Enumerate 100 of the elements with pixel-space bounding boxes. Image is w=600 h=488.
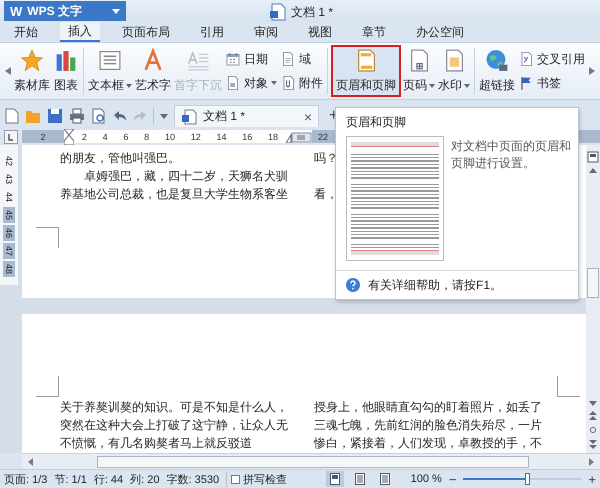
menu-tab[interactable]: 审阅: [246, 22, 286, 42]
menu-tab[interactable]: 视图: [300, 22, 340, 42]
ruler-number: 48: [3, 261, 15, 277]
body-text: 突然在这种大会上打破了这宁静，让众人无: [60, 416, 289, 434]
zoom-out-button[interactable]: −: [448, 472, 456, 486]
ribbon-button[interactable]: 页眉和页脚: [331, 45, 401, 97]
scroll-up-icon[interactable]: [589, 168, 597, 173]
previous-page-icon[interactable]: [589, 411, 597, 421]
scroll-down-icon[interactable]: [589, 401, 597, 406]
ribbon-button[interactable]: 书签: [518, 74, 585, 92]
ribbon-button[interactable]: 素材库: [13, 45, 51, 97]
body-text: 的朋友，管他叫强巴。: [60, 150, 181, 166]
menu-tab[interactable]: 页面布局: [114, 22, 178, 42]
document-icon: [270, 3, 286, 21]
ruler-number: 12: [190, 132, 201, 142]
ribbon-button[interactable]: 页码: [402, 45, 436, 97]
margin-marker-icon[interactable]: [286, 130, 312, 142]
caret-icon[interactable]: [160, 114, 168, 118]
ribbon-button[interactable]: 水印: [437, 45, 471, 97]
menu-tab[interactable]: 开始: [6, 22, 46, 42]
zoom-level-text: 100 %: [410, 473, 442, 485]
new-file-icon[interactable]: [5, 108, 19, 124]
menu-tab[interactable]: 章节: [354, 22, 394, 42]
ruler-number: 2: [82, 132, 87, 142]
ribbon-button[interactable]: 附件: [280, 74, 323, 92]
status-text: 行: 44: [94, 472, 124, 486]
ruler-number: 43: [3, 172, 15, 186]
body-text: 养基地公司总裁，也是复旦大学生物系客坐: [60, 186, 289, 202]
ribbon-button[interactable]: 文本框: [87, 45, 133, 97]
menu-tab[interactable]: 插入: [60, 22, 100, 42]
ruler-number: 6: [123, 132, 128, 142]
tab-stop-icon[interactable]: [4, 130, 18, 144]
printer-icon[interactable]: [69, 108, 85, 124]
ruler-number: 10: [164, 132, 175, 142]
body-text: 授身上，他眼睛直勾勾的盯着照片，如丢了: [314, 398, 542, 416]
slider-thumb[interactable]: [525, 473, 530, 485]
body-text: 惨白，紧接着，人们发现，卓教授的手，不: [314, 434, 542, 452]
status-text: 字数: 3530: [166, 472, 220, 486]
ruler-number: 16: [242, 132, 252, 142]
help-icon: [346, 278, 360, 292]
spell-check-checkbox[interactable]: 拼写检查: [226, 472, 288, 486]
ruler-number: 44: [3, 190, 15, 204]
browse-object-icon[interactable]: [589, 426, 597, 434]
page-icon: [354, 473, 366, 485]
document-tab-title: 文档 1 *: [203, 108, 246, 125]
ribbon-button[interactable]: 图表: [52, 45, 80, 97]
status-text: 节: 1/1: [54, 472, 87, 486]
tooltip-title: 页眉和页脚: [345, 114, 407, 131]
calendar-icon: [225, 51, 241, 67]
page-view-icon[interactable]: [587, 151, 599, 163]
zoom-in-button[interactable]: +: [588, 472, 596, 486]
ribbon-button[interactable]: 域: [280, 50, 323, 68]
document-tab[interactable]: 文档 1 * ×: [174, 105, 319, 127]
undo-icon[interactable]: [113, 110, 127, 122]
star-icon: [19, 48, 45, 73]
body-text: 看，: [314, 186, 338, 202]
text-box-icon: [97, 48, 123, 73]
menu-tab[interactable]: 引用: [192, 22, 232, 42]
ruler-number: 8: [144, 132, 150, 142]
ruler-number: 14: [216, 132, 226, 142]
document-icon: [225, 75, 241, 91]
ruler-number: 42: [3, 154, 15, 168]
ribbon-button[interactable]: 交叉引用: [518, 50, 585, 68]
menu-tab[interactable]: 办公空间: [408, 22, 472, 42]
horizontal-scrollbar[interactable]: [22, 453, 600, 469]
body-text: 三魂七魄，先前红润的脸色消失殆尽，一片: [314, 416, 542, 434]
print-preview-icon[interactable]: [91, 108, 107, 124]
ruler-number: 2: [40, 132, 46, 142]
help-text: 有关详细帮助，请按F1。: [368, 276, 502, 294]
ribbon-button[interactable]: 日期: [225, 50, 277, 68]
zoom-slider[interactable]: [463, 473, 582, 485]
globe-icon: [484, 48, 510, 73]
body-text: 卓姆强巴，藏，四十二岁，天狮名犬驯: [83, 168, 289, 184]
indent-marker-icon[interactable]: [64, 128, 74, 144]
ruler-number: 4: [102, 132, 108, 142]
scrollbar-thumb[interactable]: [97, 456, 529, 468]
ribbon-button[interactable]: 艺术字: [134, 45, 172, 97]
ruler-number: 46: [3, 225, 15, 241]
crop-mark: [36, 376, 59, 397]
vertical-scrollbar[interactable]: [586, 145, 600, 453]
scroll-left-icon[interactable]: [5, 67, 11, 75]
scroll-right-icon[interactable]: [589, 67, 595, 75]
ruler-number: 18: [268, 132, 278, 142]
scrollbar-thumb[interactable]: [587, 268, 599, 298]
scroll-left-icon[interactable]: [28, 458, 33, 466]
next-page-icon[interactable]: [589, 439, 597, 449]
ribbon-button[interactable]: 对象: [225, 74, 277, 92]
view-mode-button[interactable]: [326, 471, 344, 487]
body-text: 吗？: [314, 150, 338, 166]
caret-icon: [464, 84, 470, 88]
scroll-right-icon[interactable]: [589, 458, 594, 466]
body-text: 关于养獒训獒的知识。可是不知是什么人，: [60, 398, 289, 416]
save-icon[interactable]: [47, 108, 63, 124]
close-tab-button[interactable]: ×: [304, 108, 312, 124]
ruler-number: 22: [318, 132, 328, 142]
app-menu-button[interactable]: W WPS 文字: [4, 1, 126, 21]
caret-icon: [271, 81, 277, 85]
ruler-number: 45: [3, 207, 15, 223]
ribbon-button[interactable]: 超链接: [478, 45, 516, 97]
caret-icon: [112, 8, 120, 14]
